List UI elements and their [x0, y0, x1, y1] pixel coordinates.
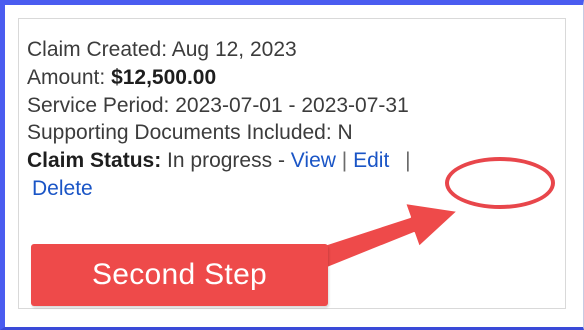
edit-highlight-ellipse — [445, 157, 555, 209]
second-step-callout: Second Step — [31, 244, 328, 306]
second-step-label: Second Step — [91, 258, 268, 291]
claim-status-label: Claim Status: — [27, 149, 162, 172]
delete-line: Delete — [32, 177, 93, 201]
delete-link[interactable]: Delete — [32, 177, 93, 200]
claim-created-line: Claim Created: Aug 12, 2023 — [27, 38, 297, 62]
claim-amount-line: Amount: $12,500.00 — [27, 66, 216, 90]
status-dash: - — [277, 149, 285, 172]
claim-status-value: In progress — [167, 149, 273, 172]
claim-amount-label: Amount: — [27, 66, 106, 89]
view-link[interactable]: View — [291, 149, 336, 172]
edit-link[interactable]: Edit — [353, 149, 389, 172]
link-separator: | — [405, 149, 411, 172]
service-period-value: 2023-07-01 - 2023-07-31 — [175, 94, 409, 117]
service-period-line: Service Period: 2023-07-01 - 2023-07-31 — [27, 94, 409, 118]
supporting-docs-label: Supporting Documents Included: — [27, 121, 332, 144]
supporting-docs-line: Supporting Documents Included: N — [27, 121, 353, 145]
claim-status-line: Claim Status: In progress - View | Edit … — [27, 149, 411, 173]
link-separator: | — [341, 149, 348, 172]
claim-created-label: Claim Created: — [27, 38, 168, 61]
claim-created-value: Aug 12, 2023 — [171, 38, 297, 61]
claim-amount-value: $12,500.00 — [111, 66, 217, 89]
service-period-label: Service Period: — [27, 94, 170, 117]
supporting-docs-value: N — [337, 121, 353, 144]
